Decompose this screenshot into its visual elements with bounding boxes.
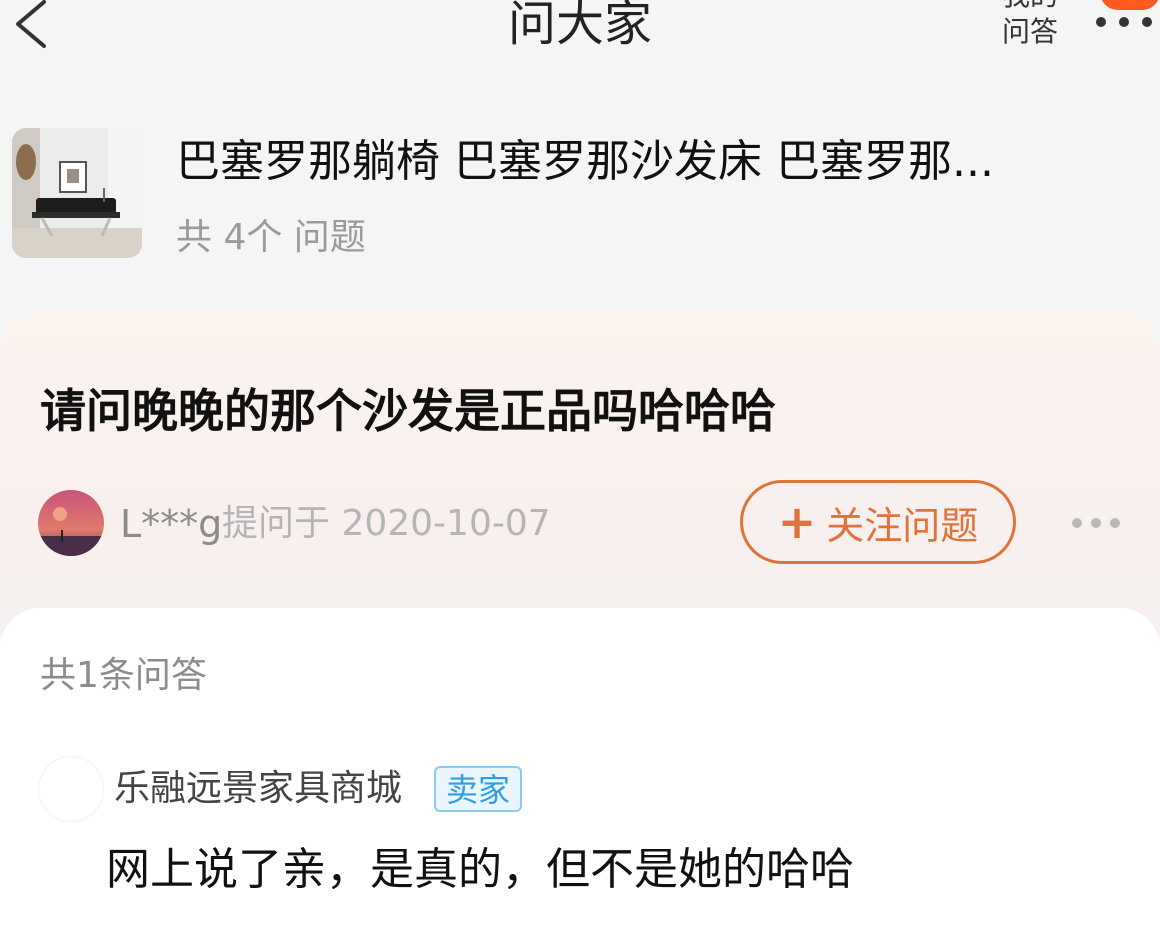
more-dot	[1142, 17, 1152, 27]
plus-icon: +	[777, 495, 817, 549]
my-qa-link[interactable]: 我的 问答	[990, 0, 1070, 50]
seller-avatar	[38, 756, 104, 822]
more-dots-icon	[1096, 17, 1106, 27]
avatar-image	[38, 490, 104, 556]
more-dot	[1110, 518, 1120, 528]
asked-date: 提问于 2020-10-07	[222, 503, 551, 544]
top-nav: 问大家 我的 问答	[0, 0, 1160, 80]
asker-avatar	[38, 490, 104, 556]
product-header[interactable]: 巴塞罗那躺椅 巴塞罗那沙发床 巴塞罗那... 共 4个 问题	[0, 110, 1160, 280]
seller-badge: 卖家	[434, 766, 523, 812]
page-title: 问大家	[507, 0, 652, 52]
follow-label: 关注问题	[826, 503, 979, 548]
more-dots-icon	[1072, 518, 1082, 528]
asker-name: L***g	[120, 502, 223, 546]
product-image	[12, 128, 142, 258]
question-count: 共 4个 问题	[176, 217, 366, 258]
answer-count: 共1条问答	[40, 655, 207, 696]
follow-question-button[interactable]: + 关注问题	[740, 480, 1016, 564]
product-title[interactable]: 巴塞罗那躺椅 巴塞罗那沙发床 巴塞罗那...	[176, 132, 1116, 192]
answer-author[interactable]: 乐融远景家具商城	[114, 762, 402, 816]
answers-card: 共1条问答 乐融远景家具商城 卖家 网上说了亲，是真的，但不是她的哈哈	[0, 608, 1160, 928]
question-card: 请问晚晚的那个沙发是正品吗哈哈哈 L***g 提问于 2020-10-07 + …	[0, 314, 1160, 634]
product-thumbnail[interactable]	[12, 128, 142, 258]
answer-text: 网上说了亲，是真的，但不是她的哈哈	[106, 844, 854, 895]
more-dot	[1091, 518, 1101, 528]
more-menu-button[interactable]	[1096, 4, 1152, 40]
question-more-button[interactable]	[1072, 516, 1120, 530]
more-dot	[1119, 17, 1129, 27]
question-text: 请问晚晚的那个沙发是正品吗哈哈哈	[40, 384, 776, 438]
